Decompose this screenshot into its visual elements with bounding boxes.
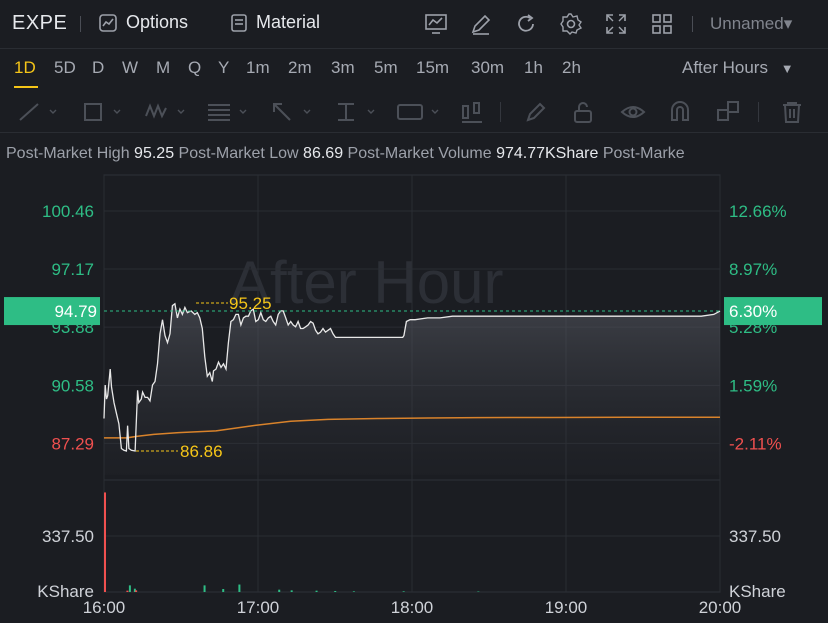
min-price-label: 86.86 [180,442,223,461]
volume-bar [238,584,241,592]
y-tick-label-right: 1.59% [729,376,777,395]
y-tick-label-left: 87.29 [51,434,94,453]
volume-bar [278,589,281,592]
volume-axis-label-right: 337.50 [729,527,781,546]
volume-bar [352,591,355,592]
volume-unit-left: KShare [37,582,94,601]
volume-bar [402,591,405,592]
current-change-label: 6.30% [729,302,777,321]
volume-bar [126,590,129,592]
volume-bar [315,590,318,592]
volume-bar [203,585,206,592]
y-tick-label-left: 100.46 [42,202,94,221]
y-tick-label-right: 12.66% [729,202,787,221]
volume-bar [334,591,337,592]
volume-bar [290,590,293,592]
y-tick-label-left: 90.58 [51,376,94,395]
current-price-label: 94.79 [54,302,97,321]
y-tick-label-left: 97.17 [51,260,94,279]
volume-axis-label-left: 337.50 [42,527,94,546]
volume-unit-right: KShare [729,582,786,601]
y-tick-label-right: 8.97% [729,260,777,279]
price-chart[interactable]: 16:00 17:00 18:00 19:00 20:00100.46 12.66%97.… [0,0,828,623]
volume-bar [104,492,106,592]
x-tick-label: 17:00 [237,598,280,617]
x-tick-label: 18:00 [391,598,434,617]
volume-bar [128,585,131,592]
max-price-label: 95.25 [229,294,272,313]
y-tick-label-right: -2.11% [729,434,782,453]
x-tick-label: 19:00 [545,598,588,617]
volume-bar [222,589,225,592]
volume-bar [135,590,138,592]
